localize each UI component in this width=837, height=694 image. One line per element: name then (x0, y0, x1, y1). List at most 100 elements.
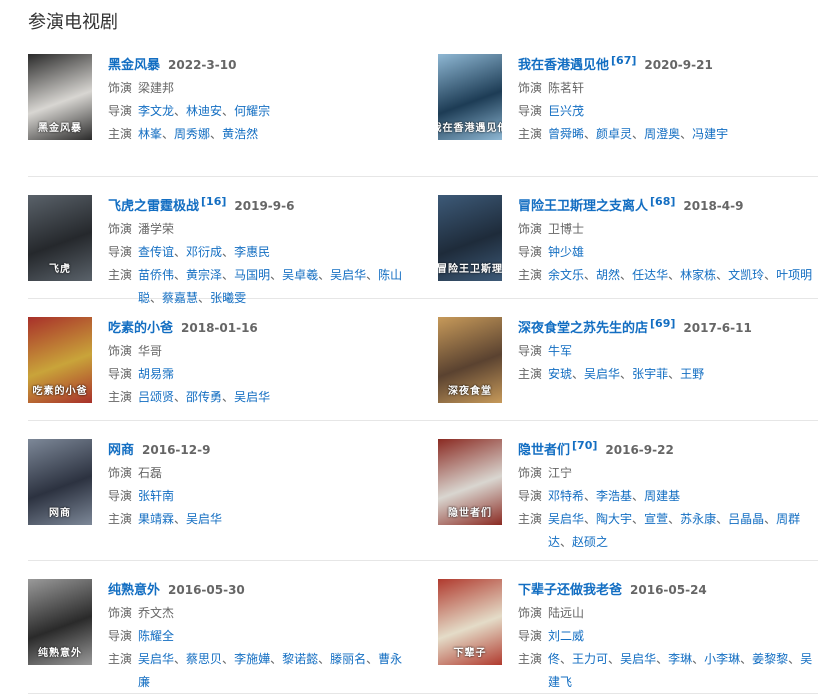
cast-link[interactable]: 吴启华 (234, 390, 270, 404)
director-link[interactable]: 牛军 (548, 344, 572, 358)
cast-link[interactable]: 周秀娜 (174, 127, 210, 141)
cast-link[interactable]: 姜黎黎 (752, 652, 788, 666)
poster-image[interactable]: 下辈子 (438, 579, 502, 665)
cast-link[interactable]: 苏永康 (680, 512, 716, 526)
cast-link[interactable]: 曾舜晞 (548, 127, 584, 141)
poster-image[interactable]: 吃素的小爸 (28, 317, 92, 403)
drama-title-link[interactable]: 下辈子还做我老爸 (518, 583, 622, 598)
cast-link[interactable]: 黎诺懿 (282, 652, 318, 666)
cast-link[interactable]: 佟 (548, 652, 560, 666)
drama-title-link[interactable]: 黑金风暴 (108, 58, 160, 73)
cast-link[interactable]: 吴卓羲 (282, 268, 318, 282)
director-link[interactable]: 邓衍成 (186, 245, 222, 259)
cast-link[interactable]: 滕丽名 (330, 652, 366, 666)
cast-link[interactable]: 王力可 (572, 652, 608, 666)
cast-link[interactable]: 胡然 (596, 268, 620, 282)
cast-link[interactable]: 林峯 (138, 127, 162, 141)
separator: 、 (692, 652, 705, 666)
drama-title-link[interactable]: 纯熟意外 (108, 583, 160, 598)
cast-link[interactable]: 周澄奥 (644, 127, 680, 141)
director-link[interactable]: 李浩基 (596, 489, 632, 503)
cast-link[interactable]: 陶大宇 (596, 512, 632, 526)
cast-link[interactable]: 文凯玲 (728, 268, 764, 282)
title-line: 冒险王卫斯理之支离人 [68] 2018-4-9 (518, 195, 818, 218)
poster-image[interactable]: 隐世者们 (438, 439, 502, 525)
drama-title-link[interactable]: 网商 (108, 443, 134, 458)
cast-link[interactable]: 黄浩然 (222, 127, 258, 141)
drama-title-link[interactable]: 深夜食堂之苏先生的店 (518, 321, 648, 336)
director-link[interactable]: 邓特希 (548, 489, 584, 503)
director-label: 导演 (108, 629, 133, 643)
poster-image[interactable]: 我在香港遇见他 (438, 54, 502, 140)
cast-link[interactable]: 马国明 (234, 268, 270, 282)
director-link[interactable]: 查传谊 (138, 245, 174, 259)
cast-link[interactable]: 小李琳 (704, 652, 740, 666)
separator: 、 (366, 268, 379, 282)
director-label: 导演 (108, 489, 133, 503)
cast-link[interactable]: 吴启华 (584, 367, 620, 381)
cast-link[interactable]: 吕颂贤 (138, 390, 174, 404)
director-link[interactable]: 胡易霈 (138, 367, 174, 381)
director-link[interactable]: 钟少雄 (548, 245, 584, 259)
poster-image[interactable]: 深夜食堂 (438, 317, 502, 403)
separator: 、 (716, 268, 729, 282)
drama-title-link[interactable]: 隐世者们 (518, 443, 570, 458)
cast-link[interactable]: 赵硕之 (572, 535, 608, 549)
poster-image[interactable]: 纯熟意外 (28, 579, 92, 665)
poster-image[interactable]: 黑金风暴 (28, 54, 92, 140)
director-link[interactable]: 张轩南 (138, 489, 174, 503)
drama-title-link[interactable]: 飞虎之雷霆极战 (108, 199, 199, 214)
reference-link[interactable]: [70] (572, 439, 597, 452)
cast-field: 主演 吴启华、蔡思贝、李施嬅、黎诺懿、滕丽名、曹永廉 (108, 648, 408, 694)
cast-link[interactable]: 邵传勇 (186, 390, 222, 404)
drama-title-link[interactable]: 吃素的小爸 (108, 321, 173, 336)
role-field: 饰演 石磊 (108, 462, 408, 485)
director-link[interactable]: 何耀宗 (234, 104, 270, 118)
cast-link[interactable]: 任达华 (632, 268, 668, 282)
cast-link[interactable]: 吴启华 (548, 512, 584, 526)
cast-link[interactable]: 林家栋 (680, 268, 716, 282)
cast-link[interactable]: 颜卓灵 (596, 127, 632, 141)
cast-link[interactable]: 吴启华 (138, 652, 174, 666)
director-link[interactable]: 陈耀全 (138, 629, 174, 643)
director-link[interactable]: 周建基 (644, 489, 680, 503)
cast-link[interactable]: 李施嬅 (234, 652, 270, 666)
cast-link[interactable]: 李琳 (668, 652, 692, 666)
reference-link[interactable]: [67] (611, 54, 636, 67)
reference-link[interactable]: [16] (201, 195, 226, 208)
cast-link[interactable]: 苗侨伟 (138, 268, 174, 282)
cast-link[interactable]: 宣萱 (644, 512, 668, 526)
cast-link[interactable]: 张宇菲 (632, 367, 668, 381)
cast-link[interactable]: 王野 (680, 367, 704, 381)
separator: 、 (788, 652, 801, 666)
cast-link[interactable]: 蔡思贝 (186, 652, 222, 666)
reference-link[interactable]: [68] (650, 195, 675, 208)
director-link[interactable]: 刘二威 (548, 629, 584, 643)
poster-image[interactable]: 冒险王卫斯理 (438, 195, 502, 281)
separator: 、 (222, 268, 235, 282)
cast-link[interactable]: 余文乐 (548, 268, 584, 282)
poster-caption: 网商 (49, 508, 71, 519)
cast-label: 主演 (518, 367, 543, 381)
poster-image[interactable]: 飞虎 (28, 195, 92, 281)
cast-link[interactable]: 安琥 (548, 367, 572, 381)
cast-link[interactable]: 吴启华 (620, 652, 656, 666)
director-link[interactable]: 巨兴茂 (548, 104, 584, 118)
cast-link[interactable]: 吕晶晶 (728, 512, 764, 526)
release-date: 2016-9-22 (605, 443, 674, 457)
cast-link[interactable]: 叶项明 (776, 268, 812, 282)
cast-link[interactable]: 吴启华 (186, 512, 222, 526)
reference-link[interactable]: [69] (650, 317, 675, 330)
cast-link[interactable]: 黄宗泽 (186, 268, 222, 282)
cast-link[interactable]: 吴启华 (330, 268, 366, 282)
cast-link[interactable]: 冯建宇 (692, 127, 728, 141)
director-link[interactable]: 李惠民 (234, 245, 270, 259)
cast-link[interactable]: 果靖霖 (138, 512, 174, 526)
drama-title-link[interactable]: 冒险王卫斯理之支离人 (518, 199, 648, 214)
separator: 、 (608, 652, 621, 666)
director-field: 导演 邓特希、李浩基、周建基 (518, 485, 818, 508)
director-link[interactable]: 林迪安 (186, 104, 222, 118)
poster-image[interactable]: 网商 (28, 439, 92, 525)
drama-title-link[interactable]: 我在香港遇见他 (518, 58, 609, 73)
director-link[interactable]: 李文龙 (138, 104, 174, 118)
